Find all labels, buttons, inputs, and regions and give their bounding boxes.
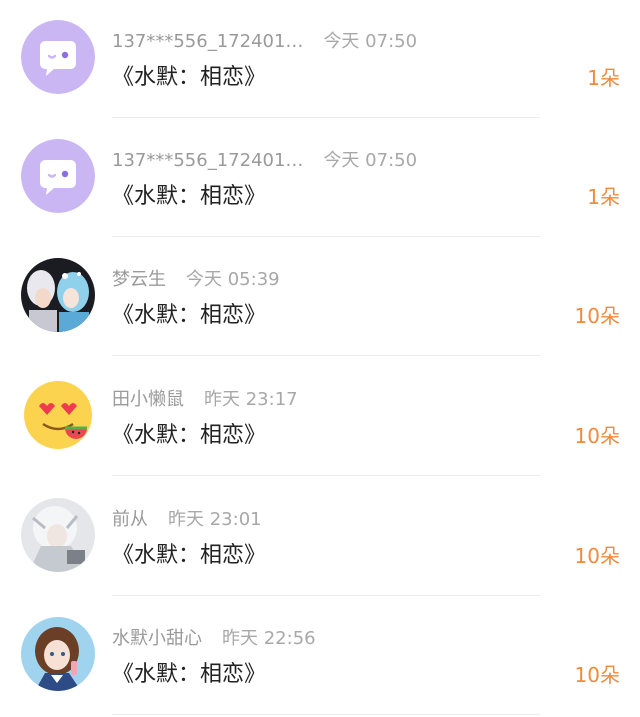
message-meta: 梦云生 今天 05:39 bbox=[112, 265, 280, 291]
timestamp: 昨天 22:56 bbox=[222, 628, 316, 649]
list-item[interactable]: 田小懒鼠 昨天 23:17 《水默：相恋》 10朵 bbox=[0, 358, 640, 478]
divider bbox=[112, 236, 540, 237]
book-title[interactable]: 《水默：相恋》 bbox=[112, 59, 266, 91]
list-item[interactable]: 水默小甜心 昨天 22:56 《水默：相恋》 10朵 bbox=[0, 597, 640, 717]
gift-count: 10朵 bbox=[574, 424, 620, 448]
username[interactable]: 田小懒鼠 bbox=[112, 389, 184, 410]
book-title[interactable]: 《水默：相恋》 bbox=[112, 656, 266, 688]
white-hair-anime-avatar-icon bbox=[21, 498, 95, 572]
book-title[interactable]: 《水默：相恋》 bbox=[112, 297, 266, 329]
timestamp: 今天 07:50 bbox=[323, 150, 418, 171]
timestamp: 昨天 23:01 bbox=[168, 509, 262, 530]
gift-count: 1朵 bbox=[587, 66, 620, 90]
divider bbox=[112, 117, 540, 118]
list-item[interactable]: 梦云生 今天 05:39 《水默：相恋》 10朵 bbox=[0, 238, 640, 358]
list-item[interactable]: 前从 昨天 23:01 《水默：相恋》 10朵 bbox=[0, 478, 640, 598]
message-meta: 田小懒鼠 昨天 23:17 bbox=[112, 385, 298, 411]
book-title[interactable]: 《水默：相恋》 bbox=[112, 178, 266, 210]
username[interactable]: 137***556_172401… bbox=[112, 150, 303, 171]
gift-count: 10朵 bbox=[574, 544, 620, 568]
list-item[interactable]: 137***556_172401… 今天 07:50 《水默：相恋》 1朵 bbox=[0, 119, 640, 239]
anime-couple-avatar-icon bbox=[21, 258, 95, 332]
message-meta: 137***556_172401… 今天 07:50 bbox=[112, 146, 417, 172]
book-title[interactable]: 《水默：相恋》 bbox=[112, 537, 266, 569]
gift-message-list: 137***556_172401… 今天 07:50 《水默：相恋》 1朵 137… bbox=[0, 0, 640, 717]
heart-eyes-emoji-avatar-icon bbox=[21, 378, 95, 452]
avatar[interactable] bbox=[21, 20, 95, 94]
avatar[interactable] bbox=[21, 617, 95, 691]
message-meta: 水默小甜心 昨天 22:56 bbox=[112, 624, 316, 650]
gift-count: 10朵 bbox=[574, 663, 620, 687]
divider bbox=[112, 475, 540, 476]
gift-count: 1朵 bbox=[587, 185, 620, 209]
book-title[interactable]: 《水默：相恋》 bbox=[112, 417, 266, 449]
avatar[interactable] bbox=[21, 378, 95, 452]
avatar[interactable] bbox=[21, 139, 95, 213]
anime-girl-avatar-icon bbox=[21, 617, 95, 691]
divider bbox=[112, 595, 540, 596]
default-chat-avatar-icon bbox=[21, 139, 95, 213]
gift-count: 10朵 bbox=[574, 304, 620, 328]
default-chat-avatar-icon bbox=[21, 20, 95, 94]
timestamp: 今天 05:39 bbox=[186, 269, 280, 290]
message-meta: 前从 昨天 23:01 bbox=[112, 505, 262, 531]
timestamp: 昨天 23:17 bbox=[204, 389, 298, 410]
username[interactable]: 梦云生 bbox=[112, 269, 166, 290]
divider bbox=[112, 714, 540, 715]
divider bbox=[112, 355, 540, 356]
username[interactable]: 前从 bbox=[112, 509, 148, 530]
avatar[interactable] bbox=[21, 258, 95, 332]
list-item[interactable]: 137***556_172401… 今天 07:50 《水默：相恋》 1朵 bbox=[0, 0, 640, 120]
username[interactable]: 137***556_172401… bbox=[112, 31, 303, 52]
message-meta: 137***556_172401… 今天 07:50 bbox=[112, 27, 417, 53]
timestamp: 今天 07:50 bbox=[323, 31, 418, 52]
username[interactable]: 水默小甜心 bbox=[112, 628, 202, 649]
avatar[interactable] bbox=[21, 498, 95, 572]
